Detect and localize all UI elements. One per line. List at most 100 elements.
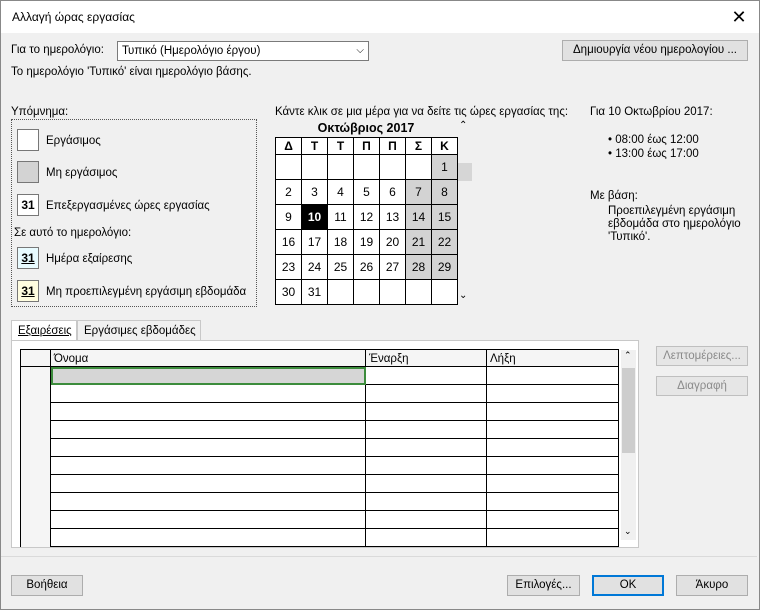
calendar-day[interactable]: 11 xyxy=(327,204,354,230)
table-cell[interactable] xyxy=(51,511,366,529)
calendar-day[interactable]: 25 xyxy=(327,254,354,280)
row-header-cell[interactable] xyxy=(20,475,51,493)
scroll-down-icon[interactable]: ⌄ xyxy=(624,526,632,537)
calendar-day[interactable]: 31 xyxy=(301,279,328,305)
table-cell[interactable] xyxy=(487,367,619,385)
new-calendar-button[interactable]: Δημιουργία νέου ημερολογίου ... xyxy=(562,40,748,61)
cancel-button[interactable]: Άκυρο xyxy=(676,575,748,596)
options-button[interactable]: Επιλογές... xyxy=(507,575,580,596)
calendar-day[interactable]: 22 xyxy=(431,229,458,255)
calendar-day[interactable]: 30 xyxy=(275,279,302,305)
calendar-day[interactable]: 17 xyxy=(301,229,328,255)
table-cell[interactable] xyxy=(51,457,366,475)
calendar-day[interactable]: 26 xyxy=(353,254,380,280)
calendar-day[interactable]: 6 xyxy=(379,179,406,205)
ok-button[interactable]: OK xyxy=(592,575,664,596)
table-row[interactable] xyxy=(20,367,619,385)
table-cell[interactable] xyxy=(51,529,366,547)
chevron-up-icon[interactable]: ⌃ xyxy=(459,120,467,131)
table-cell[interactable] xyxy=(487,421,619,439)
table-cell[interactable] xyxy=(51,385,366,403)
table-cell[interactable] xyxy=(51,475,366,493)
close-icon[interactable]: ✕ xyxy=(729,7,749,27)
table-row[interactable] xyxy=(20,511,619,529)
table-row[interactable] xyxy=(20,493,619,511)
calendar-day[interactable]: 23 xyxy=(275,254,302,280)
row-header-cell[interactable] xyxy=(20,457,51,475)
calendar-select[interactable]: Τυπικό (Ημερολόγιο έργου) ⌵ xyxy=(117,41,369,61)
chevron-down-icon[interactable]: ⌄ xyxy=(459,290,467,301)
table-cell[interactable] xyxy=(51,493,366,511)
scroll-up-icon[interactable]: ⌃ xyxy=(624,350,632,361)
row-header-cell[interactable] xyxy=(20,511,51,529)
row-header-cell[interactable] xyxy=(20,439,51,457)
calendar-day[interactable]: 27 xyxy=(379,254,406,280)
table-row[interactable] xyxy=(20,529,619,547)
calendar-day[interactable]: 16 xyxy=(275,229,302,255)
calendar-day[interactable]: 28 xyxy=(405,254,432,280)
table-cell[interactable] xyxy=(487,511,619,529)
row-header-cell[interactable] xyxy=(20,493,51,511)
header-start[interactable]: Έναρξη xyxy=(366,350,487,368)
table-cell[interactable] xyxy=(366,457,487,475)
row-header-cell[interactable] xyxy=(20,421,51,439)
calendar-day[interactable]: 4 xyxy=(327,179,354,205)
calendar-day[interactable]: 9 xyxy=(275,204,302,230)
calendar-day[interactable]: 1 xyxy=(431,154,458,180)
calendar-day[interactable]: 7 xyxy=(405,179,432,205)
table-cell[interactable] xyxy=(51,421,366,439)
table-cell[interactable] xyxy=(366,421,487,439)
details-button[interactable]: Λεπτομέρειες... xyxy=(656,346,748,366)
calendar-day[interactable]: 3 xyxy=(301,179,328,205)
table-cell[interactable] xyxy=(51,403,366,421)
row-header-cell[interactable] xyxy=(20,385,51,403)
help-button[interactable]: Βοήθεια xyxy=(11,575,83,596)
table-cell[interactable] xyxy=(487,475,619,493)
calendar-day[interactable]: 2 xyxy=(275,179,302,205)
table-cell[interactable] xyxy=(51,439,366,457)
table-row[interactable] xyxy=(20,421,619,439)
calendar-day[interactable]: 12 xyxy=(353,204,380,230)
table-row[interactable] xyxy=(20,475,619,493)
table-cell[interactable] xyxy=(366,385,487,403)
calendar-day[interactable]: 29 xyxy=(431,254,458,280)
header-name[interactable]: Όνομα xyxy=(51,350,366,368)
row-header-cell[interactable] xyxy=(20,403,51,421)
table-scrollbar[interactable]: ⌃ ⌄ xyxy=(621,350,636,540)
table-cell[interactable] xyxy=(366,511,487,529)
table-cell[interactable] xyxy=(487,385,619,403)
table-cell[interactable] xyxy=(487,403,619,421)
calendar-day[interactable]: 14 xyxy=(405,204,432,230)
tab-work-weeks[interactable]: Εργάσιμες εβδομάδες xyxy=(77,320,201,340)
table-cell[interactable] xyxy=(51,367,366,385)
table-cell[interactable] xyxy=(366,529,487,547)
row-header-cell[interactable] xyxy=(20,367,51,385)
table-cell[interactable] xyxy=(366,493,487,511)
calendar-day[interactable]: 10 xyxy=(301,204,328,230)
calendar-day[interactable]: 8 xyxy=(431,179,458,205)
table-cell[interactable] xyxy=(366,403,487,421)
table-cell[interactable] xyxy=(487,457,619,475)
table-cell[interactable] xyxy=(366,439,487,457)
tab-exceptions[interactable]: Εξαιρέσεις xyxy=(11,320,77,341)
delete-button[interactable]: Διαγραφή xyxy=(656,376,748,396)
header-finish[interactable]: Λήξη xyxy=(487,350,619,368)
calendar-day[interactable]: 18 xyxy=(327,229,354,255)
table-row[interactable] xyxy=(20,385,619,403)
calendar-day[interactable]: 5 xyxy=(353,179,380,205)
calendar-day[interactable]: 13 xyxy=(379,204,406,230)
calendar-day[interactable]: 20 xyxy=(379,229,406,255)
table-cell[interactable] xyxy=(366,367,487,385)
table-cell[interactable] xyxy=(487,493,619,511)
table-cell[interactable] xyxy=(366,475,487,493)
calendar-day[interactable]: 21 xyxy=(405,229,432,255)
calendar-day[interactable]: 19 xyxy=(353,229,380,255)
row-header-cell[interactable] xyxy=(20,529,51,547)
table-scroll-thumb[interactable] xyxy=(622,368,635,453)
calendar-day[interactable]: 24 xyxy=(301,254,328,280)
table-cell[interactable] xyxy=(487,529,619,547)
calendar-scroll-thumb[interactable] xyxy=(458,163,472,181)
table-cell[interactable] xyxy=(487,439,619,457)
table-row[interactable] xyxy=(20,439,619,457)
table-row[interactable] xyxy=(20,457,619,475)
